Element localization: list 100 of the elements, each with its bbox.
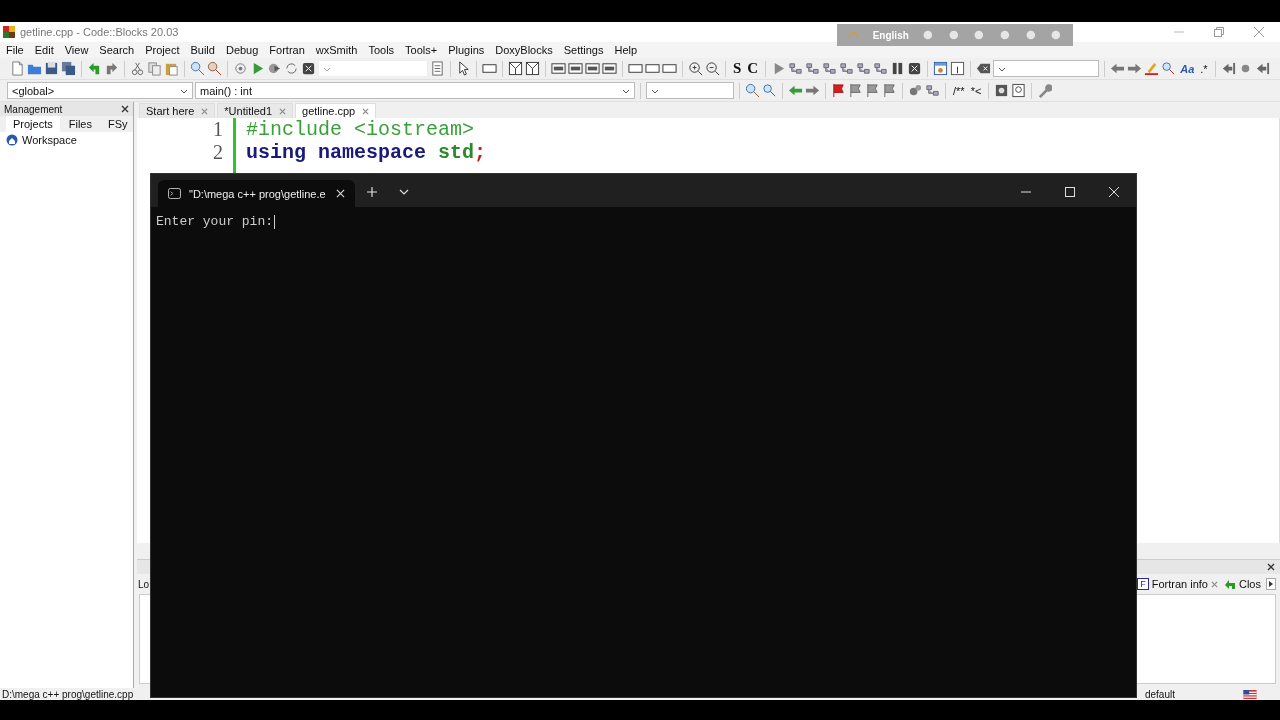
panel-icon[interactable] xyxy=(585,61,600,76)
step-icon[interactable] xyxy=(822,61,838,76)
panel-tab[interactable]: Files xyxy=(61,116,99,132)
window-icon[interactable] xyxy=(933,61,949,76)
magnifier-icon[interactable] xyxy=(207,61,222,76)
close-icon[interactable] xyxy=(1267,563,1275,571)
menu-item[interactable]: Edit xyxy=(34,44,59,56)
toolbar-button[interactable]: *< xyxy=(968,84,984,97)
panel-tab[interactable]: Lo xyxy=(137,576,150,592)
pointer-icon[interactable] xyxy=(456,61,471,76)
search-icon[interactable] xyxy=(745,83,760,98)
tree-item[interactable]: Workspace xyxy=(22,134,77,146)
chevron-down-icon[interactable] xyxy=(399,187,409,197)
right-arrow-icon[interactable] xyxy=(805,83,820,98)
step-icon[interactable] xyxy=(788,61,804,76)
status-path: D:\mega c++ prog\getline.cpp xyxy=(2,688,134,700)
editor-tab[interactable]: *Untitled1 xyxy=(217,103,293,118)
step-icon[interactable] xyxy=(925,83,940,98)
terminal-tab[interactable]: "D:\mega c++ prog\getline.e xyxy=(158,180,355,207)
flag-icon[interactable] xyxy=(831,83,846,98)
rectangle-icon[interactable] xyxy=(662,61,677,76)
right-arrow-icon[interactable] xyxy=(1127,61,1143,76)
flag-icon xyxy=(1243,689,1257,699)
tab-label: Fortran info xyxy=(1151,578,1208,590)
menu-item[interactable]: Tools+ xyxy=(405,44,443,56)
close-icon[interactable] xyxy=(121,105,129,113)
rectangle-icon[interactable] xyxy=(645,61,660,76)
scissors-icon[interactable] xyxy=(130,61,145,76)
zoom-in-icon[interactable] xyxy=(688,61,703,76)
step-icon[interactable] xyxy=(873,61,889,76)
highlighter-icon[interactable] xyxy=(1144,61,1160,76)
tab-label: Clos xyxy=(1239,578,1261,590)
jump-left-icon[interactable] xyxy=(1254,61,1270,76)
redo-icon[interactable] xyxy=(104,61,119,76)
scope-dropdown[interactable]: <global> xyxy=(7,82,193,99)
zoom-out-icon[interactable] xyxy=(705,61,720,76)
rectangle-icon[interactable] xyxy=(628,61,643,76)
rectangle-icon[interactable] xyxy=(482,61,497,76)
gear-play-icon[interactable] xyxy=(267,61,282,76)
stop-icon[interactable] xyxy=(301,61,316,76)
flag-icon[interactable] xyxy=(882,83,897,98)
toolbar-button[interactable]: C xyxy=(745,60,761,77)
panel-tab[interactable]: F Fortran info xyxy=(1136,578,1219,590)
split-icon[interactable] xyxy=(508,61,523,76)
menu-item[interactable]: Settings xyxy=(563,44,609,56)
terminal-output: Enter your pin: xyxy=(156,214,274,229)
menu-item[interactable]: Build xyxy=(190,44,220,56)
toolbar-button[interactable]: .* xyxy=(1198,62,1210,75)
panel-tab[interactable]: Projects xyxy=(6,116,60,132)
editor-tab[interactable]: getline.cpp xyxy=(295,103,377,118)
document-icon[interactable] xyxy=(994,83,1010,98)
panel-tab[interactable]: FSy xyxy=(101,116,135,132)
arrow-icon xyxy=(1224,578,1236,590)
menu-item[interactable]: Tools xyxy=(368,44,400,56)
save-icon[interactable] xyxy=(44,61,59,76)
tab-label: *Untitled1 xyxy=(224,105,272,117)
menu-item[interactable]: Fortran xyxy=(269,44,310,56)
editor-tab[interactable]: Start here xyxy=(139,103,216,118)
step-icon[interactable] xyxy=(839,61,855,76)
paste-icon[interactable] xyxy=(164,61,179,76)
menu-item[interactable]: View xyxy=(64,44,94,56)
flag-icon[interactable] xyxy=(865,83,880,98)
jump-left-icon[interactable] xyxy=(1220,61,1236,76)
window-title: getline.cpp - Code::Blocks 20.03 xyxy=(20,26,179,38)
scroll-right-icon[interactable] xyxy=(1266,578,1276,590)
save-all-icon[interactable] xyxy=(61,61,76,76)
step-icon[interactable] xyxy=(856,61,872,76)
panel-icon[interactable] xyxy=(551,61,566,76)
clear-icon[interactable] xyxy=(976,61,992,76)
new-file-icon[interactable] xyxy=(10,61,25,76)
split-icon[interactable] xyxy=(525,61,540,76)
menu-item[interactable]: wxSmith xyxy=(315,44,363,56)
document-icon[interactable] xyxy=(430,61,445,76)
left-arrow-icon[interactable] xyxy=(1110,61,1126,76)
plus-icon[interactable] xyxy=(367,187,377,197)
menu-item[interactable]: Plugins xyxy=(448,44,490,56)
menu-item[interactable]: Help xyxy=(614,44,643,56)
undo-icon[interactable] xyxy=(87,61,102,76)
fortran-badge: F xyxy=(1137,578,1149,590)
menu-item[interactable]: DoxyBlocks xyxy=(495,44,558,56)
restore-icon[interactable] xyxy=(1214,27,1224,37)
gear-icon[interactable] xyxy=(233,61,248,76)
maximize-icon[interactable] xyxy=(1065,187,1075,197)
menu-item[interactable]: File xyxy=(6,44,29,56)
left-arrow-icon[interactable] xyxy=(788,83,803,98)
step-icon[interactable] xyxy=(805,61,821,76)
search-icon[interactable] xyxy=(190,61,205,76)
copy-icon[interactable] xyxy=(147,61,162,76)
function-dropdown[interactable]: main() : int xyxy=(195,82,635,99)
flag-icon[interactable] xyxy=(848,83,863,98)
toolbar-button[interactable]: S xyxy=(731,60,744,77)
menu-item[interactable]: Search xyxy=(99,44,140,56)
toolbar-button[interactable]: /** xyxy=(951,84,967,97)
menu-item[interactable]: Debug xyxy=(225,44,264,56)
panel-icon[interactable] xyxy=(568,61,583,76)
panel-icon[interactable] xyxy=(602,61,617,76)
toolbar-button[interactable]: Aa xyxy=(1178,62,1197,75)
panel-tab[interactable]: Clos xyxy=(1223,578,1262,590)
menu-item[interactable]: Project xyxy=(145,44,185,56)
stop-icon[interactable] xyxy=(907,61,923,76)
